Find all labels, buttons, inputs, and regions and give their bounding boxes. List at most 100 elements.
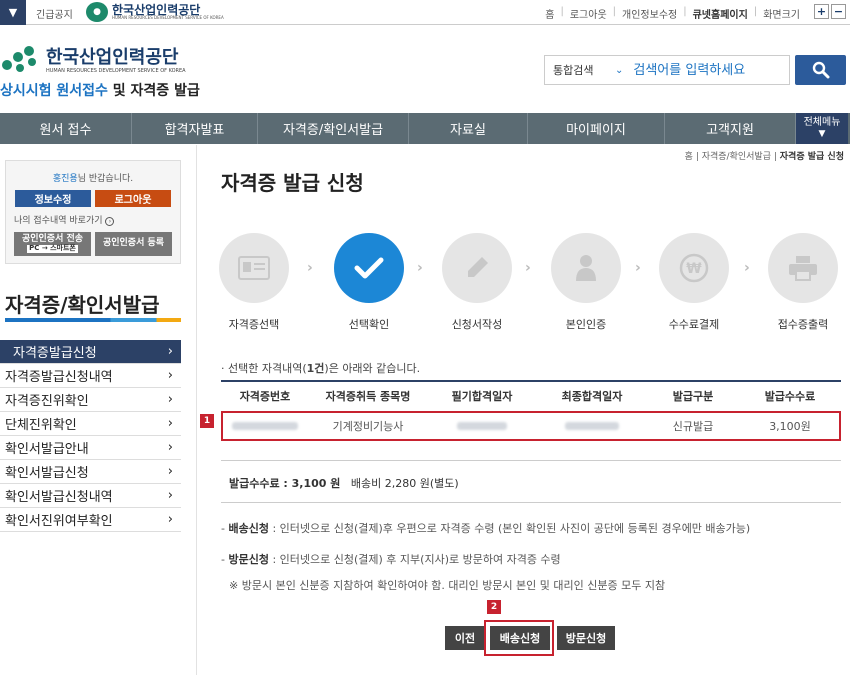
sidebar-item-cert-issue-history[interactable]: 자격증발급신청내역 › <box>0 364 181 388</box>
sidebar-item-confirm-history[interactable]: 확인서발급신청내역 › <box>0 484 181 508</box>
sidebar-item-label: 자격증진위확인 <box>5 394 89 409</box>
sidebar-item-confirm-issue[interactable]: 확인서발급신청 › <box>0 460 181 484</box>
zoom-controls: + − <box>814 4 846 19</box>
edit-info-button[interactable]: 정보수정 <box>15 190 91 207</box>
chevron-right-icon: › <box>167 464 173 479</box>
column-header: 발급수수료 <box>739 380 841 412</box>
won-coin-icon: ₩ <box>659 233 729 303</box>
mini-logo[interactable]: ● 한국산업인력공단 HUMAN RESOURCES DEVELOPMENT S… <box>86 2 224 22</box>
utility-bar: ▼ 긴급공지 ● 한국산업인력공단 HUMAN RESOURCES DEVELO… <box>0 0 850 25</box>
user-name: 홍진용 <box>52 174 78 184</box>
sidebar-item-cert-verify[interactable]: 자격증진위확인 › <box>0 388 181 412</box>
visit-request-button[interactable]: 방문신청 <box>557 626 615 650</box>
sidebar-item-group-verify[interactable]: 단체진위확인 › <box>0 412 181 436</box>
chevron-right-icon: › <box>167 416 173 431</box>
site-logo[interactable]: 한국산업인력공단 HUMAN RESOURCES DEVELOPMENT SER… <box>0 44 186 78</box>
sidebar-item-cert-issue[interactable]: 자격증발급신청 › <box>0 340 181 364</box>
edit-profile-link[interactable]: 개인정보수정 <box>622 6 677 21</box>
visit-info: - 방문신청 : 인터넷으로 신청(결제) 후 지부(지사)로 방문하여 자격증… <box>221 553 561 566</box>
chevron-right-icon: › <box>744 260 750 276</box>
selected-count-note: · 선택한 자격내역(1건)은 아래와 같습니다. <box>221 360 420 376</box>
nav-results[interactable]: 합격자발표 <box>132 113 258 144</box>
sidebar-item-confirm-verify[interactable]: 확인서진위여부확인 › <box>0 508 181 532</box>
chevron-right-icon: › <box>167 392 173 407</box>
chevron-down-icon[interactable]: ⌄ <box>615 65 623 76</box>
sidebar-item-label: 확인서발급신청 <box>5 466 89 481</box>
my-applications-link[interactable]: 나의 접수내역 바로가기 › <box>14 213 115 226</box>
nav-certificate[interactable]: 자격증/확인서발급 <box>258 113 409 144</box>
sidebar-title-underline <box>5 318 181 322</box>
sidebar-item-label: 확인서발급신청내역 <box>5 490 113 505</box>
chevron-right-icon: › <box>525 260 531 276</box>
selected-count: 1건 <box>306 362 325 375</box>
chevron-right-icon: › <box>307 260 313 276</box>
chevron-down-icon[interactable]: ▼ <box>0 0 26 25</box>
hrdk-logo-icon: ● <box>86 2 108 22</box>
utility-links: 홈 | 로그아웃 | 개인정보수정 | 큐넷홈페이지 | 화면크기 <box>545 6 800 21</box>
sidebar-item-label: 확인서진위여부확인 <box>5 514 113 529</box>
note-suffix: )은 아래와 같습니다. <box>324 362 421 375</box>
step-label: 선택확인 <box>348 318 390 331</box>
logo-english: HUMAN RESOURCES DEVELOPMENT SERVICE OF K… <box>46 67 186 74</box>
person-icon <box>551 233 621 303</box>
zoom-out-button[interactable]: − <box>831 4 846 19</box>
highlight-box-1 <box>221 411 841 441</box>
mini-logo-english: HUMAN RESOURCES DEVELOPMENT SERVICE OF K… <box>112 15 224 20</box>
all-menu-button[interactable]: 전체메뉴 ▼ <box>796 113 848 144</box>
site-title: 상시시험 원서접수 및 자격증 발급 <box>0 80 200 100</box>
qnet-home-link[interactable]: 큐넷홈페이지 <box>693 6 748 21</box>
chevron-right-icon: › <box>635 260 641 276</box>
column-header: 자격증취득 종목명 <box>309 380 427 412</box>
fee-total: 발급수수료 : 3,100 원 <box>229 477 341 490</box>
visit-info-text: : 인터넷으로 신청(결제) 후 지부(지사)로 방문하여 자격증 수령 <box>268 553 561 566</box>
sidebar-item-label: 자격증발급신청 <box>13 346 97 361</box>
search-icon <box>812 61 829 79</box>
sidebar-item-label: 확인서발급안내 <box>5 442 89 457</box>
nav-resources[interactable]: 자료실 <box>409 113 528 144</box>
logout-button[interactable]: 로그아웃 <box>95 190 171 207</box>
column-header: 자격증번호 <box>221 380 309 412</box>
sidebar-item-label: 자격증발급신청내역 <box>5 370 113 385</box>
search-input[interactable] <box>633 62 784 78</box>
nav-application[interactable]: 원서 접수 <box>0 113 132 144</box>
emergency-notice-link[interactable]: 긴급공지 <box>36 6 73 21</box>
sidebar-menu: 자격증발급신청 › 자격증발급신청내역 › 자격증진위확인 › 단체진위확인 › 확인서… <box>0 340 181 532</box>
step-label: 자격증선택 <box>228 318 280 331</box>
breadcrumb-home[interactable]: 홈 <box>685 152 693 162</box>
cert-transfer-sublabel: PC → 스마트폰 <box>27 244 78 253</box>
chevron-down-icon: ▼ <box>818 129 826 140</box>
id-card-icon <box>219 233 289 303</box>
nav-support[interactable]: 고객지원 <box>665 113 796 144</box>
chevron-right-icon: › <box>417 260 423 276</box>
zoom-in-button[interactable]: + <box>814 4 829 19</box>
breadcrumb: 홈 | 자격증/확인서발급 | 자격증 발급 신청 <box>684 152 844 162</box>
prev-button[interactable]: 이전 <box>445 626 485 650</box>
welcome-suffix: 님 반갑습니다. <box>77 174 134 184</box>
logo-text: 한국산업인력공단 <box>46 47 179 69</box>
search-button[interactable] <box>795 55 846 85</box>
sidebar-title: 자격증/확인서발급 <box>5 293 160 317</box>
sidebar-item-confirm-guide[interactable]: 확인서발급안내 › <box>0 436 181 460</box>
step-select-cert: 자격증선택 <box>219 233 289 332</box>
step-identity-verify: 본인인증 <box>551 233 621 332</box>
visit-note: ※ 방문시 본인 신분증 지참하여 확인하여야 함. 대리인 방문시 본인 및 … <box>229 579 666 592</box>
svg-text:₩: ₩ <box>686 261 702 277</box>
sidebar-item-label: 단체진위확인 <box>5 418 77 433</box>
shipping-fee: 배송비 2,280 원(별도) <box>350 477 459 490</box>
logout-link[interactable]: 로그아웃 <box>570 6 607 21</box>
step-label: 신청서작성 <box>451 318 503 331</box>
login-panel: 홍진용님 반갑습니다. 정보수정 로그아웃 나의 접수내역 바로가기 › 공인인… <box>5 160 181 264</box>
step-confirm-selection: 선택확인 <box>334 233 404 332</box>
site-title-highlight: 상시시험 원서접수 <box>0 83 108 99</box>
search-scope-select[interactable]: 통합검색 <box>545 62 615 78</box>
chevron-right-icon: › <box>167 368 173 383</box>
home-link[interactable]: 홈 <box>545 6 554 21</box>
cert-register-button[interactable]: 공인인증서 등록 <box>95 232 172 256</box>
nav-mypage[interactable]: 마이페이지 <box>528 113 665 144</box>
step-label: 접수증출력 <box>777 318 829 331</box>
welcome-message: 홍진용님 반갑습니다. <box>6 171 180 184</box>
delivery-info-text: : 인터넷으로 신청(결제)후 우편으로 자격증 수령 (본인 확인된 사진이 … <box>268 522 751 535</box>
cert-transfer-button[interactable]: 공인인증서 전송 PC → 스마트폰 <box>14 232 91 256</box>
breadcrumb-parent[interactable]: 자격증/확인서발급 <box>702 152 771 162</box>
search-box: 통합검색 ⌄ <box>544 55 790 85</box>
